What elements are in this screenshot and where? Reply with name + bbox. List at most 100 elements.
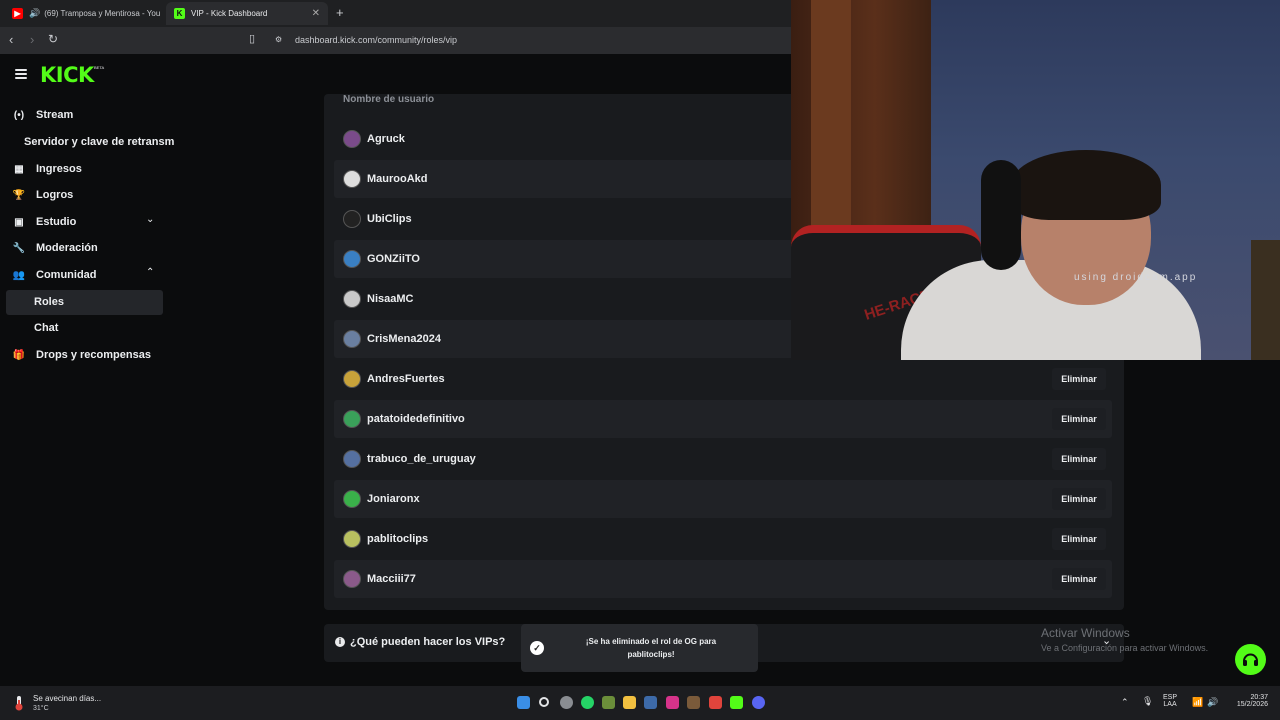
wifi-icon[interactable]: 📶 (1192, 697, 1203, 708)
sidebar-item-label: Ingresos (36, 163, 82, 175)
speaker-icon: 🔊 (29, 8, 41, 18)
close-tab-icon[interactable]: ✕ (312, 8, 320, 19)
sidebar-item-chat[interactable]: Chat (34, 322, 58, 334)
sidebar-item-stream-key[interactable]: Servidor y clave de retransm (24, 136, 174, 148)
broadcast-icon: (•) (13, 109, 25, 121)
table-row: patatoidedefinitivo Eliminar (334, 400, 1112, 438)
avatar (343, 330, 361, 348)
table-row: trabuco_de_uruguay Eliminar (334, 440, 1112, 478)
username: patatoidedefinitivo (367, 413, 465, 425)
avatar (343, 490, 361, 508)
sidebar-item-comunidad[interactable]: 👥 Comunidad (10, 263, 97, 287)
search-icon[interactable] (539, 697, 549, 707)
remove-vip-button[interactable]: Eliminar (1052, 408, 1106, 430)
toast-line: pablitoclips! (627, 650, 675, 659)
language-layout: LAA (1163, 701, 1177, 708)
table-row: Joniaronx Eliminar (334, 480, 1112, 518)
info-icon: i (335, 637, 345, 647)
sidebar-item-ingresos[interactable]: ▦ Ingresos (10, 157, 82, 181)
sidebar-item-roles-highlight (6, 290, 163, 315)
username: pablitoclips (367, 533, 429, 545)
tab-kick-dashboard[interactable]: K VIP - Kick Dashboard ✕ (166, 2, 328, 25)
activate-windows-subtitle: Ve a Configuración para activar Windows. (1041, 643, 1209, 653)
avatar (343, 570, 361, 588)
bookmark-icon[interactable]: ▯ (249, 32, 255, 45)
sidebar-item-label: Comunidad (36, 269, 97, 281)
forward-icon[interactable]: › (30, 32, 34, 47)
toast-notification: ✓ ¡Se ha eliminado el rol de OG para pab… (521, 624, 758, 672)
remove-vip-button[interactable]: Eliminar (1052, 368, 1106, 390)
back-icon[interactable]: ‹ (9, 32, 13, 47)
chevron-down-icon[interactable]: ⌄ (146, 214, 154, 225)
youtube-icon: ▶ (12, 8, 23, 19)
site-settings-icon[interactable]: ⚙ (275, 35, 282, 44)
username: UbiClips (367, 213, 412, 225)
remove-vip-button[interactable]: Eliminar (1052, 568, 1106, 590)
remove-vip-button[interactable]: Eliminar (1052, 448, 1106, 470)
brave-icon[interactable] (709, 696, 722, 709)
webcam-person (1011, 150, 1161, 220)
file-explorer-icon[interactable] (623, 696, 636, 709)
username: Joniaronx (367, 493, 420, 505)
avatar (343, 290, 361, 308)
windows-start-icon[interactable] (517, 696, 530, 709)
language-code: ESP (1163, 694, 1178, 701)
language-indicator[interactable]: ESP LAA (1163, 694, 1177, 708)
kick-logo[interactable]: KICK (40, 63, 94, 87)
clock[interactable]: 20:37 15/2/2026 (1228, 694, 1268, 708)
menu-icon[interactable] (15, 69, 27, 79)
chart-icon: ▦ (14, 163, 24, 175)
weather-widget-title[interactable]: Se avecinan días... (33, 694, 101, 703)
avatar (343, 530, 361, 548)
username: AndresFuertes (367, 373, 445, 385)
thermometer-icon[interactable] (13, 695, 25, 711)
sidebar-item-moderacion[interactable]: 🔧 Moderación (10, 236, 98, 260)
game-icon[interactable] (687, 696, 700, 709)
chrome-icon[interactable] (560, 696, 573, 709)
discord-icon[interactable] (752, 696, 765, 709)
avatar (343, 210, 361, 228)
toast-line: ¡Se ha eliminado el rol de OG para (585, 637, 717, 646)
username: GONZiiTO (367, 253, 420, 265)
sidebar-item-drops[interactable]: 🎁 Drops y recompensas (10, 343, 151, 367)
avatar (343, 410, 361, 428)
sidebar-item-estudio[interactable]: ▣ Estudio (10, 210, 76, 234)
microphone-icon[interactable]: 🎙 (1142, 696, 1153, 707)
chevron-up-icon[interactable]: ⌃ (1121, 697, 1129, 708)
chevron-up-icon[interactable]: ⌃ (146, 267, 154, 278)
table-row: pablitoclips Eliminar (334, 520, 1112, 558)
remove-vip-button[interactable]: Eliminar (1052, 488, 1106, 510)
studio-icon: ▣ (14, 216, 24, 228)
username: MaurooAkd (367, 173, 428, 185)
new-tab-button[interactable]: + (336, 5, 344, 20)
sidebar-item-label: Drops y recompensas (36, 349, 151, 361)
weather-widget-temp[interactable]: 31°C (33, 705, 49, 712)
avatar (343, 450, 361, 468)
avatar (343, 130, 361, 148)
tab-title: (69) Tramposa y Mentirosa - You (44, 9, 161, 18)
instagram-icon[interactable] (666, 696, 679, 709)
sidebar-item-roles[interactable]: Roles (34, 296, 64, 308)
reload-icon[interactable]: ↻ (48, 32, 58, 46)
headset-icon (1243, 653, 1258, 666)
avatar (343, 170, 361, 188)
sidebar-item-label: Stream (36, 109, 74, 121)
support-chat-button[interactable] (1235, 644, 1266, 675)
username: CrisMena2024 (367, 333, 441, 345)
steam-icon[interactable] (644, 696, 657, 709)
volume-icon[interactable]: 🔊 (1207, 697, 1218, 708)
column-header-username: Nombre de usuario (343, 94, 435, 105)
whatsapp-icon[interactable] (581, 696, 594, 709)
sidebar-item-logros[interactable]: 🏆 Logros (10, 183, 74, 207)
tab-title: VIP - Kick Dashboard (191, 9, 268, 18)
kick-icon[interactable] (730, 696, 743, 709)
clock-time: 20:37 (1250, 694, 1268, 701)
trophy-icon: 🏆 (12, 189, 26, 201)
sidebar-item-label: Moderación (36, 242, 98, 254)
sidebar-item-stream[interactable]: (•) Stream (10, 103, 73, 127)
remove-vip-button[interactable]: Eliminar (1052, 528, 1106, 550)
tab-youtube[interactable]: ▶ 🔊 (69) Tramposa y Mentirosa - You (4, 2, 162, 25)
minecraft-icon[interactable] (602, 696, 615, 709)
url-field[interactable]: dashboard.kick.com/community/roles/vip (295, 35, 457, 45)
windows-taskbar: Se avecinan días... 31°C ⌃ 🎙 ESP LAA 📶 🔊… (0, 686, 1280, 720)
